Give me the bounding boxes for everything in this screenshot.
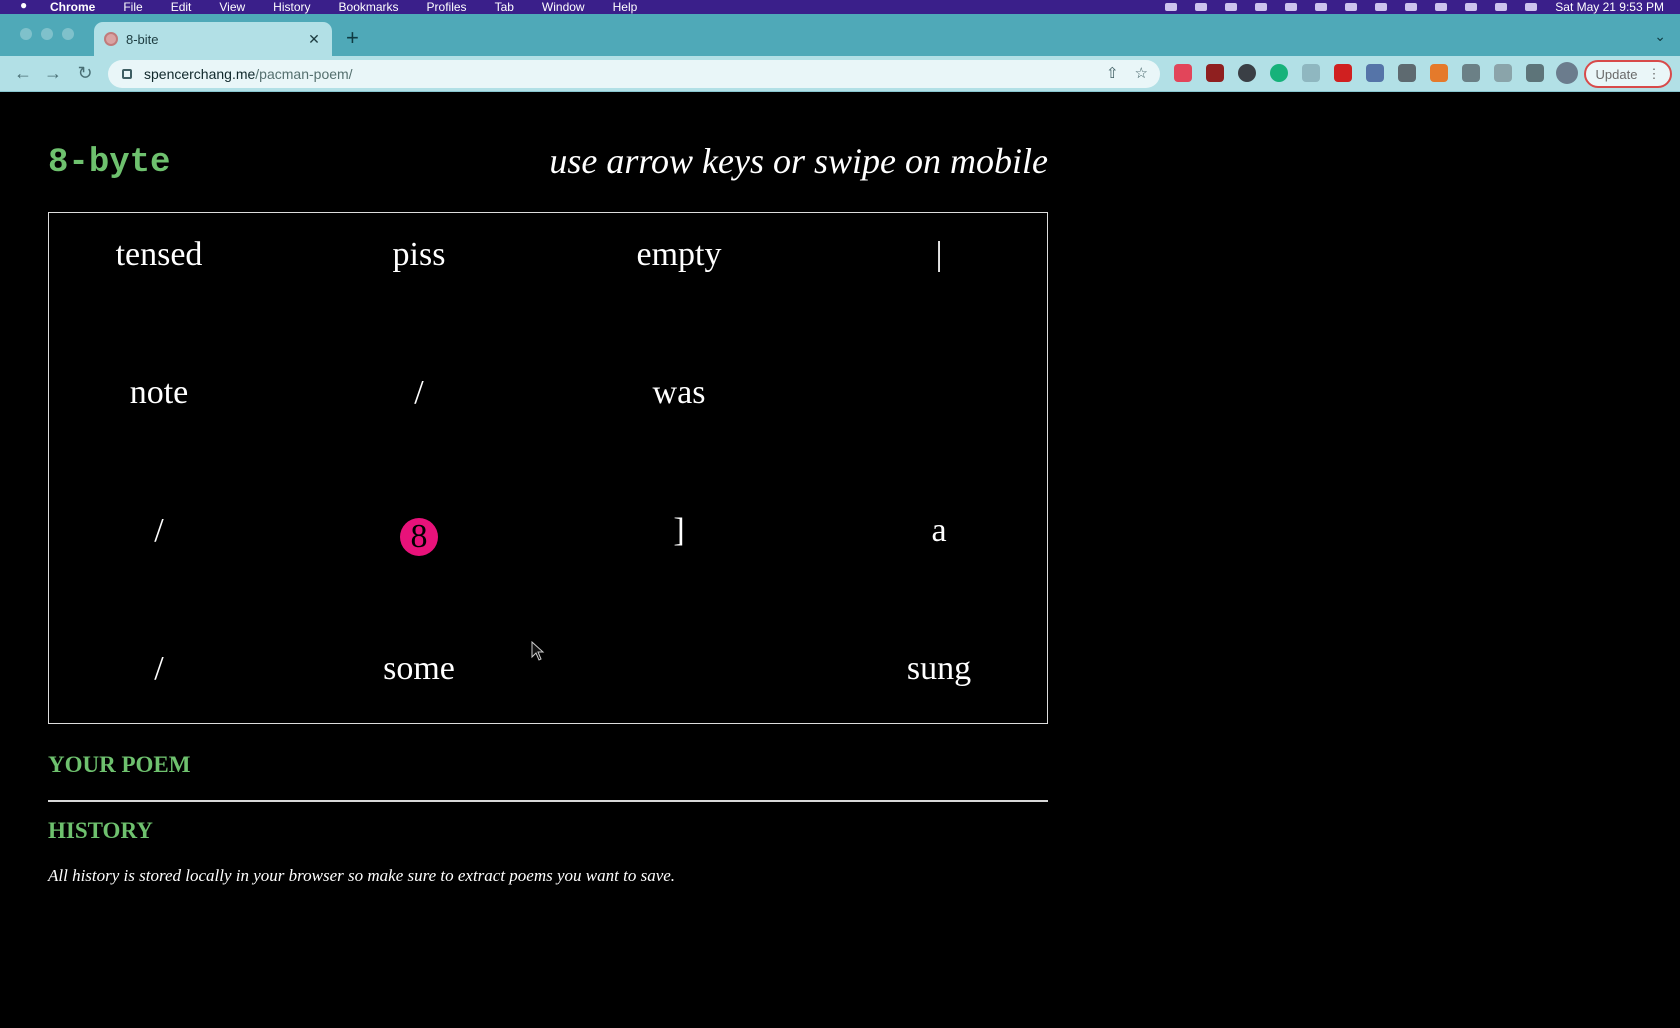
new-tab-icon[interactable]: + xyxy=(346,24,359,52)
tab-search-chevron-icon[interactable]: ⌄ xyxy=(1654,28,1666,45)
tab-active[interactable]: 8-bite ✕ xyxy=(94,22,332,56)
close-tab-icon[interactable]: ✕ xyxy=(306,31,322,48)
mouse-cursor-icon xyxy=(531,641,545,661)
bookmark-star-icon[interactable]: ☆ xyxy=(1135,65,1148,83)
profile-avatar[interactable] xyxy=(1556,62,1578,84)
share-icon[interactable]: ⇧ xyxy=(1106,65,1119,83)
tray-icon[interactable] xyxy=(1255,3,1268,11)
close-window-button[interactable] xyxy=(20,28,32,40)
update-button[interactable]: Update ⋮ xyxy=(1584,60,1672,88)
tray-icon[interactable] xyxy=(1345,3,1358,11)
grid-word: | xyxy=(935,236,943,273)
grid-word: tensed xyxy=(115,236,203,273)
your-poem-heading: YOUR POEM xyxy=(48,752,191,777)
status-tray: Sat May 21 9:53 PM xyxy=(1165,0,1664,14)
poem-divider xyxy=(48,800,1048,802)
menu-items: Chrome File Edit View History Bookmarks … xyxy=(50,1,638,13)
menu-window[interactable]: Window xyxy=(542,1,585,13)
extension-icon[interactable] xyxy=(1366,64,1384,82)
grid-word: piss xyxy=(392,236,446,273)
menubar-clock[interactable]: Sat May 21 9:53 PM xyxy=(1555,1,1664,13)
page-content: 8-byte use arrow keys or swipe on mobile… xyxy=(0,92,1680,1028)
honey-extension-icon[interactable] xyxy=(1398,64,1416,82)
player-piece: 8 xyxy=(400,518,438,556)
grid-word: sung xyxy=(906,650,972,687)
grid-word xyxy=(814,363,1064,423)
minimize-window-button[interactable] xyxy=(41,28,53,40)
grid-word: a xyxy=(931,512,947,549)
menu-bookmarks[interactable]: Bookmarks xyxy=(339,1,399,13)
menu-profiles[interactable]: Profiles xyxy=(427,1,467,13)
tab-strip: 8-bite ✕ + ⌄ xyxy=(0,14,1680,56)
tray-icon[interactable] xyxy=(1165,3,1178,11)
volume-icon[interactable] xyxy=(1375,3,1388,11)
wifi-icon[interactable] xyxy=(1495,3,1508,11)
instructions-text: use arrow keys or swipe on mobile xyxy=(549,141,1048,181)
reload-icon[interactable]: ↻ xyxy=(74,62,96,84)
grid-word xyxy=(554,639,804,699)
menu-help[interactable]: Help xyxy=(613,1,638,13)
kebab-menu-icon[interactable]: ⋮ xyxy=(1647,66,1660,82)
game-board[interactable]: tensed piss empty | note / was / ] a / s… xyxy=(48,212,1048,724)
youtube-extension-icon[interactable] xyxy=(1334,64,1352,82)
tray-icon[interactable] xyxy=(1285,3,1298,11)
lock-icon[interactable] xyxy=(122,69,132,79)
grammarly-extension-icon[interactable] xyxy=(1270,64,1288,82)
url-host: spencerchang.me xyxy=(144,66,256,82)
zoom-window-button[interactable] xyxy=(62,28,74,40)
react-devtools-extension-icon[interactable] xyxy=(1302,64,1320,82)
metamask-extension-icon[interactable] xyxy=(1430,64,1448,82)
grid-word: empty xyxy=(636,236,722,273)
cast-icon[interactable] xyxy=(1494,64,1512,82)
history-heading: HISTORY xyxy=(48,818,153,843)
logo-word: byte xyxy=(88,144,171,182)
tab-title: 8-bite xyxy=(126,31,159,47)
logo-number: 8 xyxy=(48,144,69,182)
menu-chrome[interactable]: Chrome xyxy=(50,1,95,13)
grid-word: note xyxy=(129,374,189,411)
macos-menu-bar: ● Chrome File Edit View History Bookmark… xyxy=(0,0,1680,14)
control-center-icon[interactable] xyxy=(1525,3,1538,11)
ublock-extension-icon[interactable] xyxy=(1206,64,1224,82)
menu-file[interactable]: File xyxy=(123,1,142,13)
side-panel-icon[interactable] xyxy=(1526,64,1544,82)
dark-mode-extension-icon[interactable] xyxy=(1238,64,1256,82)
forward-icon[interactable]: → xyxy=(42,62,64,84)
grid-word: some xyxy=(383,650,455,687)
tray-icon[interactable] xyxy=(1315,3,1328,11)
back-icon[interactable]: ← xyxy=(12,62,34,84)
grid-word: / xyxy=(154,650,164,687)
menu-edit[interactable]: Edit xyxy=(171,1,192,13)
tray-icon[interactable] xyxy=(1225,3,1238,11)
menu-view[interactable]: View xyxy=(219,1,245,13)
grid-word: / xyxy=(154,512,164,549)
grid-word: was xyxy=(652,374,706,411)
grid-word: ] xyxy=(673,512,685,549)
bluetooth-icon[interactable] xyxy=(1405,3,1418,11)
history-note: All history is stored locally in your br… xyxy=(48,866,676,885)
url-path: /pacman-poem/ xyxy=(255,66,353,82)
tray-icon[interactable] xyxy=(1195,3,1208,11)
site-favicon-icon xyxy=(104,32,118,46)
grid-word: / xyxy=(414,374,424,411)
pocket-extension-icon[interactable] xyxy=(1174,64,1192,82)
puzzle-extensions-icon[interactable] xyxy=(1462,64,1480,82)
browser-toolbar: ← → ↻ spencerchang.me/pacman-poem/ ⇧ ☆ U… xyxy=(0,56,1680,92)
address-bar[interactable]: spencerchang.me/pacman-poem/ ⇧ ☆ xyxy=(108,60,1160,88)
update-label: Update xyxy=(1595,66,1638,82)
site-logo[interactable]: 8-byte xyxy=(48,144,170,182)
extensions-row xyxy=(1174,64,1544,82)
battery-icon[interactable] xyxy=(1435,3,1448,11)
menu-tab[interactable]: Tab xyxy=(495,1,514,13)
flag-icon[interactable] xyxy=(1465,3,1478,11)
apple-icon[interactable]: ● xyxy=(20,0,34,14)
window-controls xyxy=(20,28,74,40)
menu-history[interactable]: History xyxy=(273,1,310,13)
